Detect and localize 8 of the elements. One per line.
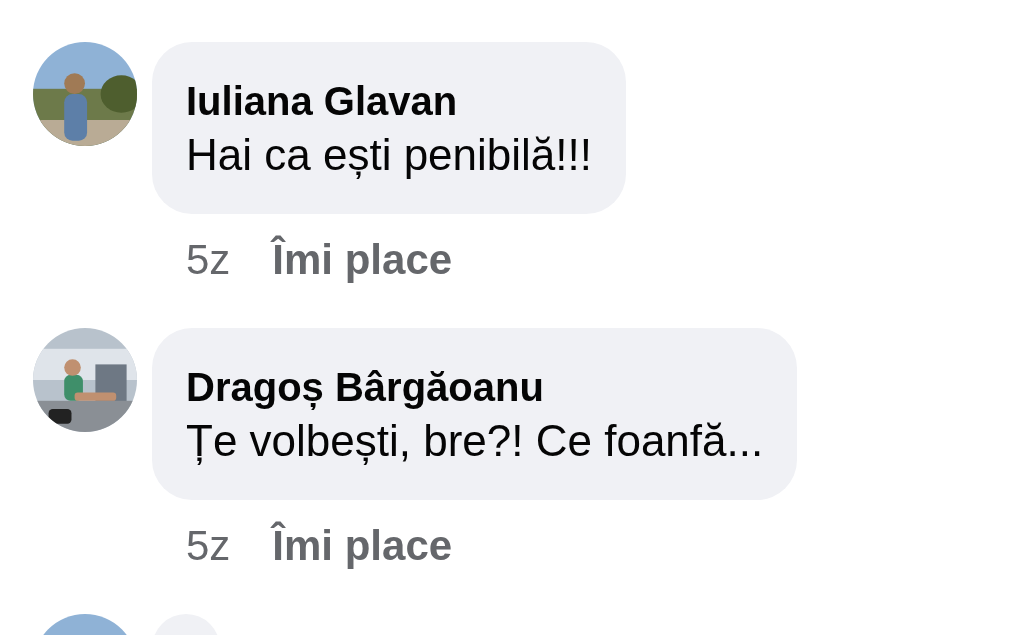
commenter-name[interactable]: Iuliana Glavan [186,74,592,128]
comment-time[interactable]: 5z [186,522,231,570]
like-link[interactable]: Îmi place [272,522,453,570]
comment-text: Țe volbești, bre?! Ce foanfă... [186,415,764,467]
comment-text: Hai ca ești penibilă!!! [186,129,592,181]
comment-time[interactable]: 5z [186,236,231,284]
commenter-name[interactable]: Dragoș Bârgăoanu [186,360,764,414]
like-link[interactable]: Îmi place [272,236,453,284]
